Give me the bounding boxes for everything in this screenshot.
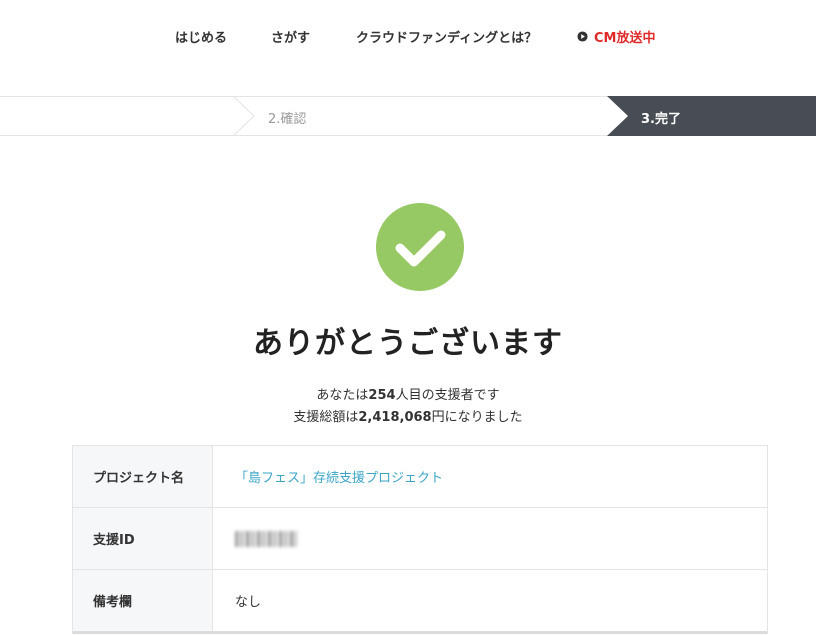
project-name-cell: 「島フェス」存続支援プロジェクト	[213, 446, 767, 507]
support-id-cell	[213, 508, 767, 569]
total-amount: 2,418,068	[358, 410, 432, 425]
step-confirm: 2.確認	[268, 112, 307, 127]
table-row: プロジェクト名 「島フェス」存続支援プロジェクト	[73, 446, 767, 508]
top-nav: はじめる さがす クラウドファンディングとは？ CM放送中	[0, 0, 816, 72]
supporter-count-message: あなたは254人目の支援者です	[0, 384, 816, 403]
table-row: 支援ID	[73, 508, 767, 570]
support-details-table: プロジェクト名 「島フェス」存続支援プロジェクト 支援ID 備考欄 なし	[72, 445, 768, 634]
supporter-count: 254	[368, 388, 396, 403]
step-arrows	[232, 96, 816, 136]
step-progress-bar: 2.確認 3.完了	[0, 96, 816, 136]
table-row: 備考欄 なし	[73, 570, 767, 634]
total-amount-suffix: 円になりました	[431, 410, 523, 425]
nav-start[interactable]: はじめる	[175, 27, 227, 46]
step-complete: 3.完了	[641, 112, 681, 127]
thank-you-title: ありがとうございます	[253, 326, 563, 361]
success-check-icon	[376, 203, 464, 291]
remarks-label: 備考欄	[73, 570, 213, 631]
nav-cm-label: CM放送中	[594, 31, 656, 46]
remarks-value: なし	[235, 595, 262, 610]
nav-cm-on-air[interactable]: CM放送中	[577, 27, 655, 46]
project-name-link[interactable]: 「島フェス」存続支援プロジェクト	[235, 467, 443, 486]
support-id-value-redacted	[235, 530, 297, 547]
total-amount-prefix: 支援総額は	[293, 410, 359, 425]
supporter-count-prefix: あなたは	[316, 388, 369, 403]
support-id-label: 支援ID	[73, 508, 213, 569]
supporter-count-suffix: 人目の支援者です	[395, 388, 500, 403]
total-amount-message: 支援総額は2,418,068円になりました	[0, 406, 816, 425]
nav-search[interactable]: さがす	[271, 27, 310, 46]
nav-about-crowdfunding[interactable]: クラウドファンディングとは？	[356, 27, 537, 46]
play-circle-icon	[577, 31, 588, 42]
project-name-label: プロジェクト名	[73, 446, 213, 507]
